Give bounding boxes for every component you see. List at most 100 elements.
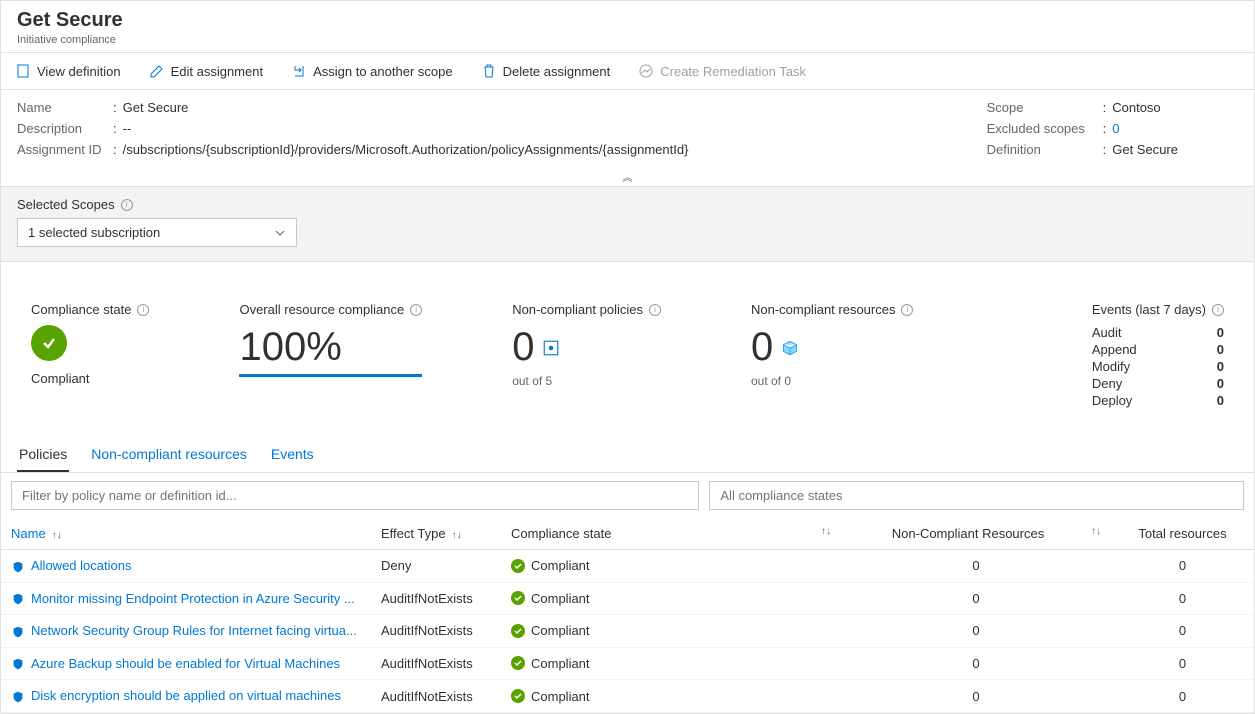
delete-assignment-button[interactable]: Delete assignment	[479, 59, 613, 83]
info-icon[interactable]: i	[410, 304, 422, 316]
shield-icon	[11, 592, 25, 606]
state-cell: Compliant	[501, 615, 841, 648]
events-row: Deny 0	[1092, 376, 1224, 391]
event-count: 0	[1217, 342, 1224, 357]
scopes-dropdown[interactable]: 1 selected subscription	[17, 218, 297, 247]
arrow-right-icon	[291, 63, 307, 79]
sort-icon[interactable]: ↑↓	[821, 526, 831, 537]
info-icon[interactable]: i	[901, 304, 913, 316]
events-row: Modify 0	[1092, 359, 1224, 374]
tab-noncompliant[interactable]: Non-compliant resources	[89, 438, 249, 472]
filter-name-input[interactable]	[11, 481, 699, 510]
noncompliant-cell: 0	[841, 550, 1111, 583]
excluded-value[interactable]: 0	[1112, 121, 1119, 136]
cube-icon	[781, 339, 799, 357]
view-definition-button[interactable]: View definition	[13, 59, 123, 83]
main-panel: Get Secure Initiative compliance View de…	[0, 0, 1255, 714]
chart-icon	[638, 63, 654, 79]
create-remediation-button: Create Remediation Task	[636, 59, 808, 83]
sort-icon[interactable]: ↑↓	[452, 530, 462, 541]
assign-scope-button[interactable]: Assign to another scope	[289, 59, 454, 83]
details-row: Excluded scopes : 0	[987, 121, 1178, 136]
collapse-toggle[interactable]: ︽	[1, 167, 1254, 186]
noncompliant-resources-stat: Non-compliant resources i 0 out of 0	[751, 302, 914, 408]
check-icon	[511, 559, 525, 573]
noncompliant-policies-value: 0	[512, 325, 534, 370]
event-label: Deny	[1092, 376, 1122, 391]
filter-state-input[interactable]	[709, 481, 1244, 510]
total-cell: 0	[1111, 582, 1254, 615]
state-cell: Compliant	[501, 647, 841, 680]
scopes-section: Selected Scopes i 1 selected subscriptio…	[1, 186, 1254, 262]
scopes-dropdown-label: 1 selected subscription	[28, 225, 160, 240]
col-name[interactable]: Name↑↓	[1, 518, 371, 550]
policy-name-cell[interactable]: Network Security Group Rules for Interne…	[1, 615, 371, 648]
sort-icon[interactable]: ↑↓	[1091, 526, 1101, 537]
events-row: Append0	[1092, 342, 1224, 357]
name-value: Get Secure	[123, 100, 189, 115]
edit-assignment-button[interactable]: Edit assignment	[147, 59, 266, 83]
noncompliant-cell: 0	[841, 680, 1111, 713]
info-icon[interactable]: i	[1212, 304, 1224, 316]
event-count: 0	[1217, 359, 1224, 374]
noncompliant-cell: 0	[841, 647, 1111, 680]
state-cell: Compliant	[501, 582, 841, 615]
edit-assignment-label: Edit assignment	[171, 64, 264, 79]
event-label: Audit	[1092, 325, 1122, 340]
col-effect[interactable]: Effect Type↑↓	[371, 518, 501, 550]
info-icon[interactable]: i	[649, 304, 661, 316]
noncompliant-policies-label: Non-compliant policies	[512, 302, 643, 317]
info-icon[interactable]: i	[121, 199, 133, 211]
details-row: Name : Get Secure	[17, 100, 688, 115]
table-row: Azure Backup should be enabled for Virtu…	[1, 647, 1254, 680]
total-cell: 0	[1111, 647, 1254, 680]
tab-policies[interactable]: Policies	[17, 438, 69, 472]
description-value: --	[123, 121, 132, 136]
events-label: Events (last 7 days)	[1092, 302, 1206, 317]
event-count: 0	[1217, 393, 1224, 408]
view-definition-label: View definition	[37, 64, 121, 79]
document-icon	[15, 63, 31, 79]
col-noncompliant[interactable]: Non-Compliant Resources↑↓	[841, 518, 1111, 550]
table-row: Disk encryption should be applied on vir…	[1, 680, 1254, 713]
tab-events[interactable]: Events	[269, 438, 316, 472]
scope-label: Scope	[987, 100, 1097, 115]
compliance-state-value: Compliant	[31, 371, 149, 386]
scope-value: Contoso	[1112, 100, 1160, 115]
events-row: Deploy0	[1092, 393, 1224, 408]
compliance-state-label: Compliance state	[31, 302, 131, 317]
noncompliant-cell: 0	[841, 615, 1111, 648]
events-row: Audit 0	[1092, 325, 1224, 340]
name-label: Name	[17, 100, 107, 115]
info-icon[interactable]: i	[137, 304, 149, 316]
state-cell: Compliant	[501, 680, 841, 713]
noncompliant-policies-sub: out of 5	[512, 374, 661, 388]
excluded-label: Excluded scopes	[987, 121, 1097, 136]
total-cell: 0	[1111, 680, 1254, 713]
create-remediation-label: Create Remediation Task	[660, 64, 806, 79]
policies-table: Name↑↓ Effect Type↑↓ Compliance state↑↓ …	[1, 518, 1254, 713]
compliance-state-stat: Compliance state i Compliant	[31, 302, 149, 408]
noncompliant-resources-sub: out of 0	[751, 374, 914, 388]
col-total[interactable]: Total resources	[1111, 518, 1254, 550]
pencil-icon	[149, 63, 165, 79]
event-count: 0	[1217, 376, 1224, 391]
scopes-label: Selected Scopes i	[17, 197, 1238, 212]
table-row: Monitor missing Endpoint Protection in A…	[1, 582, 1254, 615]
event-label: Modify	[1092, 359, 1130, 374]
event-count: 0	[1217, 325, 1224, 340]
sort-icon[interactable]: ↑↓	[52, 530, 62, 541]
col-state[interactable]: Compliance state↑↓	[501, 518, 841, 550]
policy-name-cell[interactable]: Monitor missing Endpoint Protection in A…	[1, 582, 371, 615]
filters	[1, 473, 1254, 518]
shield-icon	[11, 625, 25, 639]
details-row: Definition : Get Secure	[987, 142, 1178, 157]
policy-name-cell[interactable]: Azure Backup should be enabled for Virtu…	[1, 647, 371, 680]
policy-name-cell[interactable]: Disk encryption should be applied on vir…	[1, 680, 371, 713]
delete-assignment-label: Delete assignment	[503, 64, 611, 79]
noncompliant-policies-stat: Non-compliant policies i 0 out of 5	[512, 302, 661, 408]
noncompliant-resources-label: Non-compliant resources	[751, 302, 896, 317]
policy-name-cell[interactable]: Allowed locations	[1, 550, 371, 583]
effect-cell: AuditIfNotExists	[371, 582, 501, 615]
noncompliant-resources-value: 0	[751, 325, 773, 370]
